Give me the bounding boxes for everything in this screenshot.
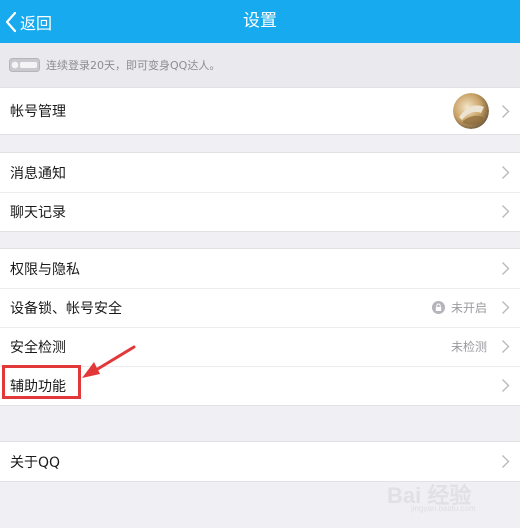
group-security: 权限与隐私 设备锁、帐号安全 未开启 安全检测 未检测 辅助功能 [0, 248, 520, 406]
row-label: 安全检测 [10, 339, 66, 356]
group-account: 帐号管理 [0, 87, 520, 135]
row-label: 消息通知 [10, 165, 66, 182]
title-bar: 返回 设置 [0, 0, 520, 43]
tip-banner: 连续登录20天，即可变身QQ达人。 [0, 43, 520, 88]
row-device-lock[interactable]: 设备锁、帐号安全 未开启 [0, 288, 520, 327]
row-chat-history[interactable]: 聊天记录 [0, 192, 520, 231]
vip-badge-icon [9, 58, 40, 72]
avatar[interactable] [453, 93, 489, 129]
watermark-main: Bai 经验 [387, 483, 472, 508]
row-account-management[interactable]: 帐号管理 [0, 88, 520, 134]
back-label: 返回 [20, 13, 53, 33]
row-label: 帐号管理 [10, 104, 66, 120]
back-button[interactable]: 返回 [4, 0, 52, 43]
device-lock-status: 未开启 [450, 301, 487, 315]
chevron-right-icon [502, 205, 510, 218]
chevron-right-icon [502, 104, 510, 118]
chevron-right-icon [502, 166, 510, 179]
row-accessibility[interactable]: 辅助功能 [0, 366, 520, 405]
row-about-qq[interactable]: 关于QQ [0, 442, 520, 481]
chevron-right-icon [502, 340, 510, 353]
row-label: 关于QQ [10, 454, 61, 471]
watermark-sub: jingyan.baidu.com [411, 504, 476, 513]
row-label: 聊天记录 [10, 204, 66, 221]
row-label: 辅助功能 [10, 378, 66, 395]
chevron-right-icon [502, 455, 510, 468]
row-label: 设备锁、帐号安全 [10, 300, 122, 317]
row-notifications[interactable]: 消息通知 [0, 153, 520, 192]
chevron-right-icon [502, 301, 510, 314]
baidu-watermark: Bai 经验 jingyan.baidu.com [387, 478, 502, 518]
security-check-status: 未检测 [450, 340, 487, 354]
lock-icon [431, 301, 445, 314]
group-messages: 消息通知 聊天记录 [0, 152, 520, 232]
tip-text: 连续登录20天，即可变身QQ达人。 [46, 59, 221, 72]
page-title: 设置 [243, 11, 277, 31]
row-privacy[interactable]: 权限与隐私 [0, 249, 520, 288]
chevron-left-icon [5, 11, 17, 32]
row-label: 权限与隐私 [10, 261, 80, 278]
chevron-right-icon [502, 262, 510, 275]
row-security-check[interactable]: 安全检测 未检测 [0, 327, 520, 366]
chevron-right-icon [502, 379, 510, 392]
group-about: 关于QQ [0, 441, 520, 482]
